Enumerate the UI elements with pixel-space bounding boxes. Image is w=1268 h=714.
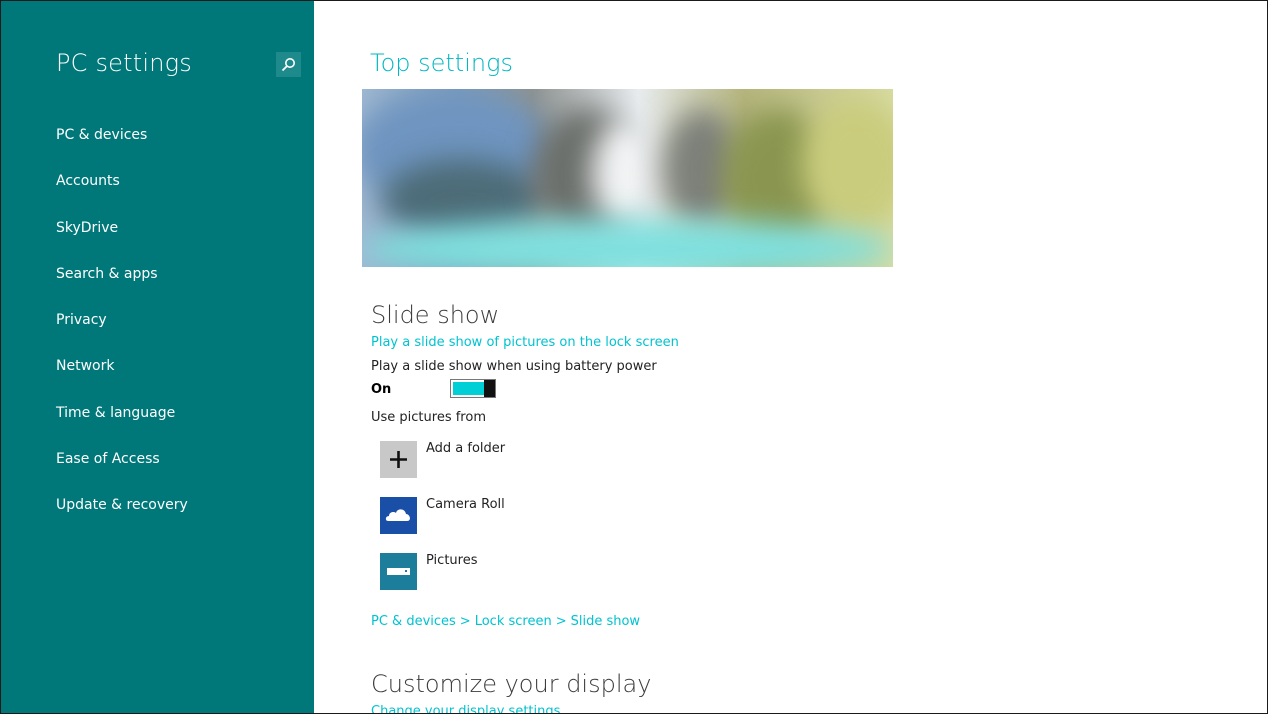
breadcrumb-separator: > — [555, 614, 567, 629]
breadcrumb-pc-devices[interactable]: PC & devices — [371, 614, 456, 629]
sidebar-item-privacy[interactable]: Privacy — [56, 310, 188, 356]
camera-roll-label: Camera Roll — [426, 497, 505, 512]
battery-toggle-switch[interactable] — [450, 379, 496, 398]
skydrive-cloud-icon — [380, 497, 417, 534]
use-pictures-label: Use pictures from — [371, 410, 486, 425]
pictures-library-icon — [380, 553, 417, 590]
sidebar-item-update-recovery[interactable]: Update & recovery — [56, 495, 188, 541]
toggle-fill — [453, 382, 484, 395]
breadcrumb: PC & devices > Lock screen > Slide show — [371, 614, 640, 629]
sidebar-item-pc-devices[interactable]: PC & devices — [56, 125, 188, 171]
slideshow-link[interactable]: Play a slide show of pictures on the loc… — [371, 335, 679, 350]
sidebar-item-time-language[interactable]: Time & language — [56, 403, 188, 449]
breadcrumb-slide-show[interactable]: Slide show — [571, 614, 640, 629]
page-title: Top settings — [370, 49, 514, 77]
sidebar-nav: PC & devices Accounts SkyDrive Search & … — [56, 125, 188, 542]
pictures-label: Pictures — [426, 553, 478, 568]
sidebar-item-ease-of-access[interactable]: Ease of Access — [56, 449, 188, 495]
breadcrumb-lock-screen[interactable]: Lock screen — [475, 614, 552, 629]
search-icon — [281, 58, 295, 72]
pc-settings-window: PC settings PC & devices Accounts SkyDri… — [0, 0, 1268, 714]
breadcrumb-separator: > — [459, 614, 471, 629]
toggle-thumb[interactable] — [484, 380, 495, 397]
sidebar-item-skydrive[interactable]: SkyDrive — [56, 218, 188, 264]
slideshow-heading: Slide show — [371, 301, 500, 329]
sidebar-item-search-apps[interactable]: Search & apps — [56, 264, 188, 310]
display-heading: Customize your display — [371, 670, 652, 698]
sidebar: PC settings PC & devices Accounts SkyDri… — [1, 1, 314, 713]
lock-screen-preview-image — [362, 89, 893, 267]
add-folder-label: Add a folder — [426, 441, 506, 456]
plus-icon — [380, 441, 417, 478]
sidebar-item-network[interactable]: Network — [56, 356, 188, 402]
search-button[interactable] — [276, 52, 301, 77]
main-content: Top settings Slide show Play a slide sho… — [314, 1, 1267, 713]
sidebar-item-accounts[interactable]: Accounts — [56, 171, 188, 217]
battery-power-label: Play a slide show when using battery pow… — [371, 359, 657, 374]
battery-toggle-state: On — [371, 382, 392, 397]
app-title: PC settings — [56, 49, 192, 77]
display-settings-link[interactable]: Change your display settings — [371, 704, 560, 713]
